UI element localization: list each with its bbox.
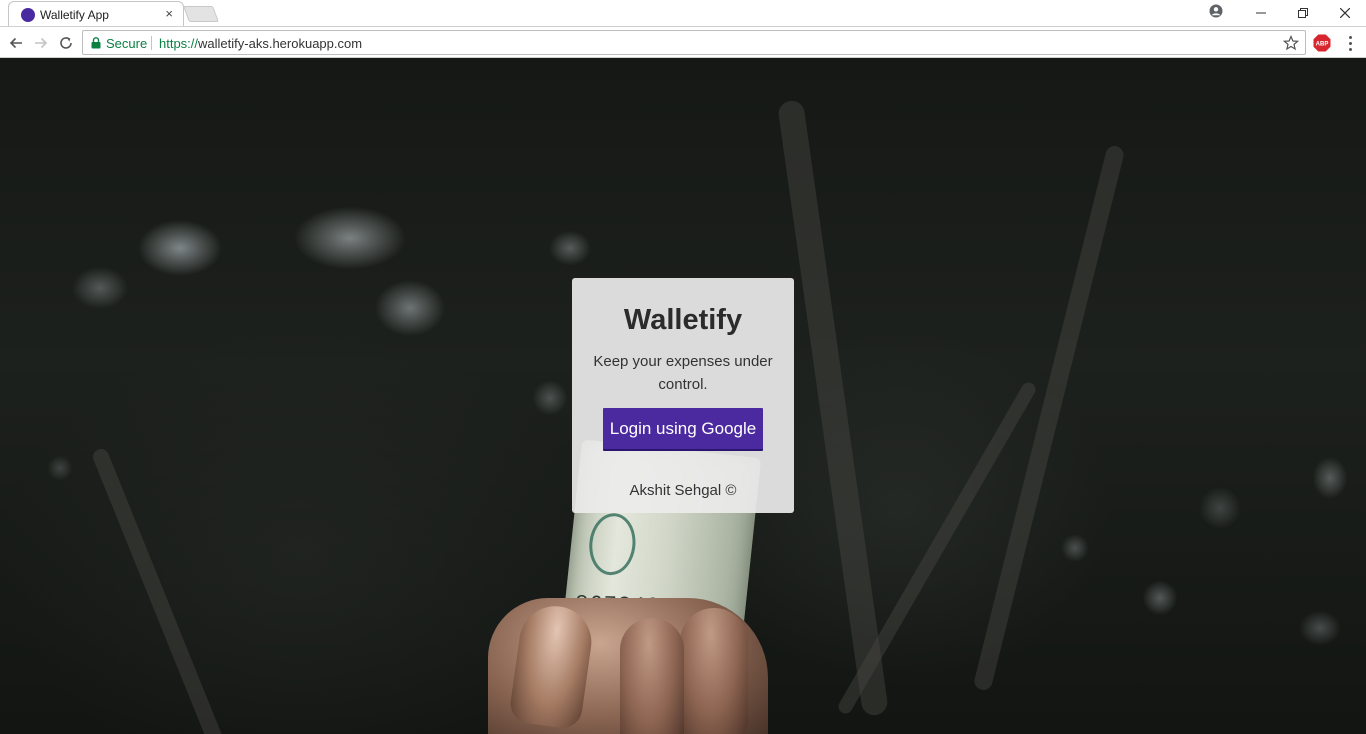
url-scheme: https:// bbox=[159, 36, 199, 51]
restore-icon bbox=[1298, 8, 1308, 18]
arrow-left-icon bbox=[9, 37, 22, 49]
url-text[interactable]: https://walletify-aks.herokuapp.com bbox=[159, 36, 362, 51]
tab-title: Walletify App bbox=[40, 8, 109, 22]
browser-toolbar: Secure https://walletify-aks.herokuapp.c… bbox=[0, 26, 1366, 58]
close-window-button[interactable] bbox=[1324, 0, 1366, 26]
app-tagline: Keep your expenses under control. bbox=[593, 353, 773, 393]
login-google-button[interactable]: Login using Google bbox=[603, 408, 763, 451]
site-favicon-icon bbox=[21, 8, 35, 22]
browser-titlebar: Walletify App × bbox=[0, 0, 1366, 26]
window-controls bbox=[1240, 0, 1366, 26]
arrow-right-icon bbox=[35, 37, 48, 49]
minimize-button[interactable] bbox=[1240, 0, 1282, 26]
login-card: Walletify Keep your expenses under contr… bbox=[572, 278, 794, 513]
author-credit: Akshit Sehgal © bbox=[629, 482, 737, 499]
restore-button[interactable] bbox=[1282, 0, 1324, 26]
minimize-icon bbox=[1256, 12, 1266, 14]
close-icon bbox=[1340, 8, 1350, 18]
svg-text:ABP: ABP bbox=[1316, 42, 1329, 48]
url-host: walletify-aks.herokuapp.com bbox=[198, 36, 363, 51]
profile-icon[interactable] bbox=[1209, 4, 1223, 18]
back-button[interactable] bbox=[4, 31, 28, 55]
browser-tab-active[interactable]: Walletify App × bbox=[8, 1, 184, 26]
lock-icon bbox=[91, 37, 101, 49]
banknote-seal bbox=[586, 510, 639, 578]
finger-image bbox=[620, 618, 684, 734]
tab-close-button[interactable]: × bbox=[165, 6, 173, 22]
page-background: 867349 F 20 Walletify Keep your expenses… bbox=[0, 58, 1366, 734]
address-bar[interactable]: Secure https://walletify-aks.herokuapp.c… bbox=[82, 30, 1306, 55]
secure-label[interactable]: Secure bbox=[106, 36, 147, 51]
adblock-plus-icon[interactable]: ABP bbox=[1313, 34, 1331, 52]
new-tab-button[interactable] bbox=[183, 6, 219, 22]
finger-image bbox=[680, 608, 748, 734]
background-branch bbox=[972, 144, 1126, 692]
bookmark-star-icon[interactable] bbox=[1283, 35, 1299, 51]
app-title: Walletify bbox=[623, 304, 743, 336]
reload-button[interactable] bbox=[54, 31, 78, 55]
reload-icon bbox=[60, 37, 72, 49]
forward-button[interactable] bbox=[29, 31, 53, 55]
browser-menu-icon[interactable] bbox=[1342, 33, 1358, 53]
background-branch bbox=[90, 446, 226, 734]
omnibox-divider bbox=[151, 36, 152, 50]
